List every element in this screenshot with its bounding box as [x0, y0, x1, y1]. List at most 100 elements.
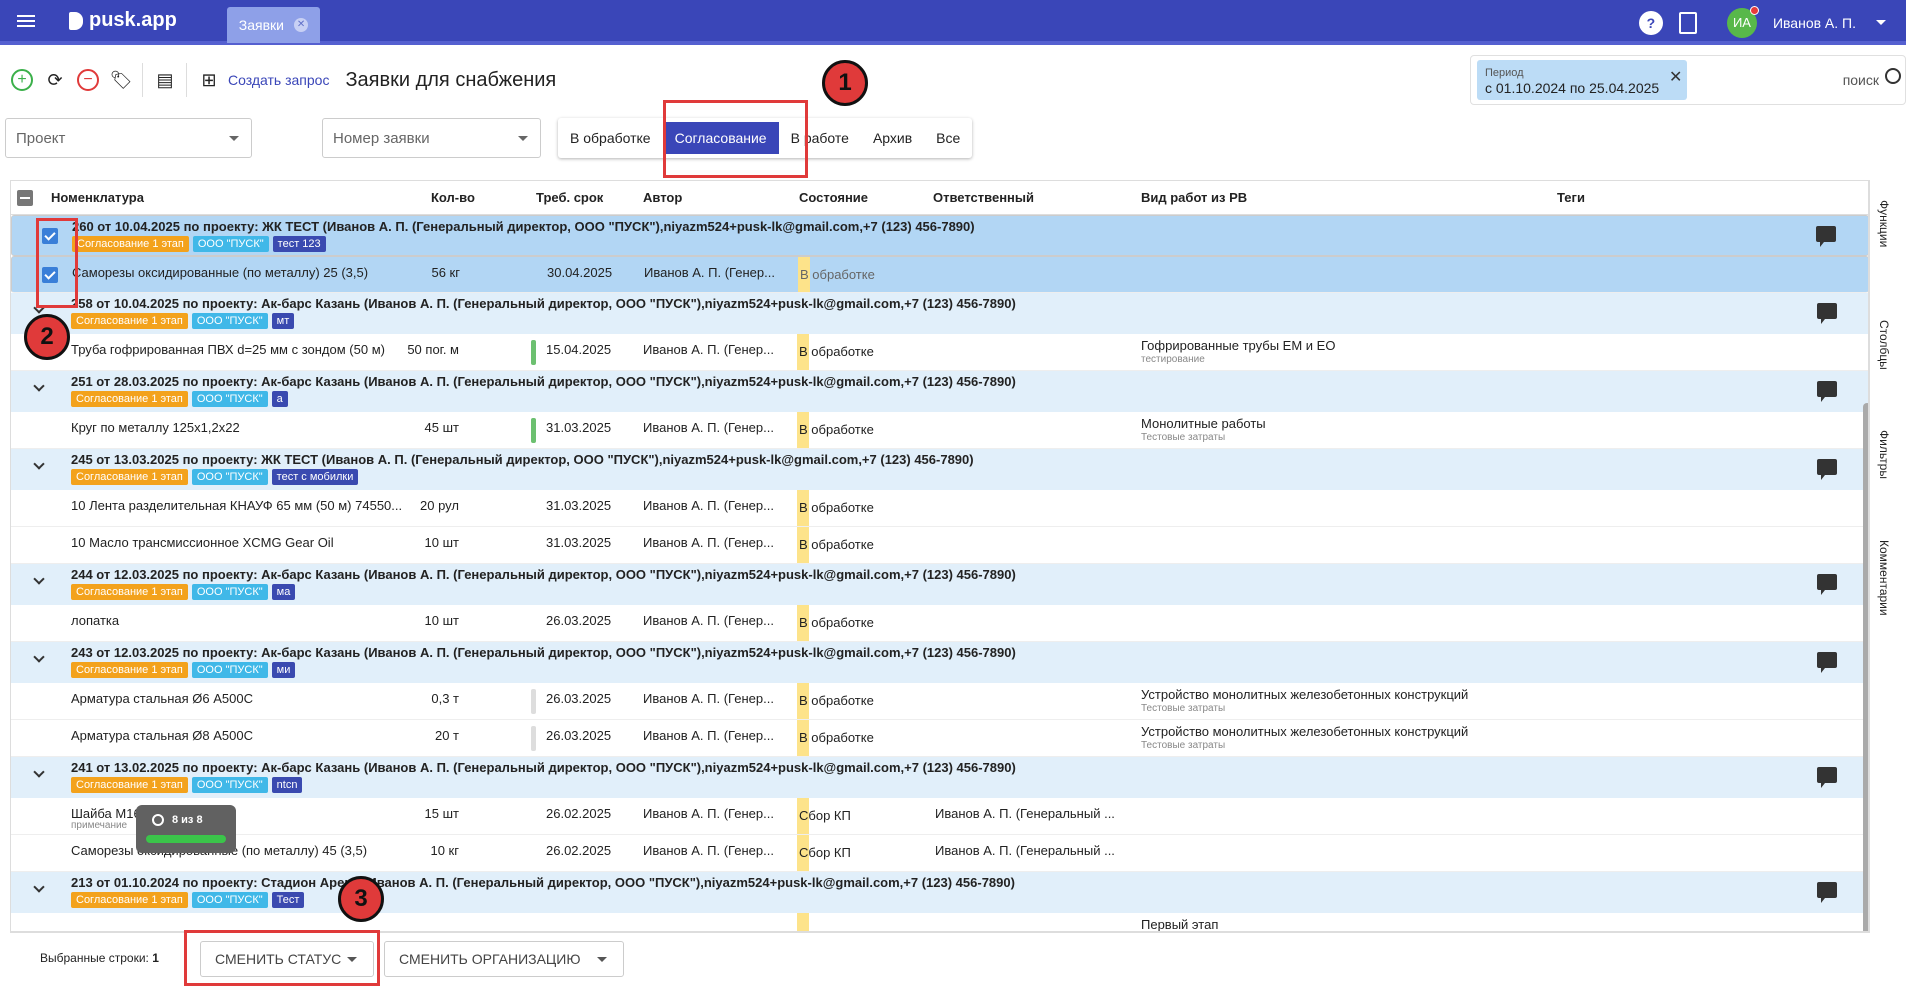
group-row[interactable]: 244 от 12.03.2025 по проекту: Ак-барс Ка… [11, 564, 1869, 605]
table-row[interactable]: Труба гофрированная ПВХ d=25 мм с зондом… [11, 334, 1869, 371]
tag-chip: Согласование 1 этап [71, 469, 188, 485]
group-row[interactable]: 245 от 13.03.2025 по проекту: ЖК ТЕСТ (И… [11, 449, 1869, 490]
chevron-down-icon[interactable] [33, 766, 45, 778]
remove-icon[interactable]: − [77, 69, 99, 91]
close-icon[interactable]: ✕ [1669, 70, 1682, 86]
select-all-checkbox[interactable] [17, 190, 33, 206]
document-icon[interactable] [1678, 11, 1697, 34]
item-qty: 20 т [434, 728, 459, 743]
refresh-icon[interactable]: ⟳ [44, 69, 66, 91]
notification-dot [1749, 5, 1759, 15]
item-state: В обработке [799, 537, 874, 552]
table-row[interactable]: 10 Лента разделительная КНАУФ 65 мм (50 … [11, 490, 1869, 527]
change-org-label: СМЕНИТЬ ОРГАНИЗАЦИЮ [399, 951, 581, 967]
tag-chip: Согласование 1 этап [71, 777, 188, 793]
table-row[interactable]: Саморезы оксидированные (по металлу) 45 … [11, 835, 1869, 872]
tab-requests[interactable]: Заявки ✕ [226, 7, 321, 43]
col-tags[interactable]: Теги [1557, 190, 1585, 205]
chevron-down-icon[interactable] [33, 458, 45, 470]
project-select[interactable]: Проект [5, 118, 252, 158]
gear-icon [152, 814, 164, 826]
create-request-button[interactable]: Создать запрос [228, 72, 329, 88]
side-tab-functions[interactable]: Функции [1877, 200, 1891, 247]
period-filter[interactable]: Период с 01.10.2024 по 25.04.2025 ✕ поис… [1470, 55, 1906, 105]
request-number-select[interactable]: Номер заявки [322, 118, 541, 158]
close-tab-icon[interactable]: ✕ [294, 18, 309, 32]
group-title: 260 от 10.04.2025 по проекту: ЖК ТЕСТ (И… [72, 219, 975, 234]
col-deadline[interactable]: Треб. срок [536, 190, 603, 205]
hamburger-menu-icon[interactable] [17, 10, 43, 32]
table-row[interactable]: Круг по металлу 125х1,2х22 45 шт 31.03.202… [11, 412, 1869, 449]
group-row[interactable]: 241 от 13.02.2025 по проекту: Ак-барс Ка… [11, 757, 1869, 798]
comment-icon[interactable] [1817, 381, 1837, 402]
segment-processing[interactable]: В обработке [558, 118, 663, 158]
table-row[interactable]: лопатка 10 шт 26.03.2025 Иванов А. П. (Гене… [11, 605, 1869, 642]
comment-icon[interactable] [1817, 574, 1837, 595]
comment-icon[interactable] [1817, 652, 1837, 673]
item-qty: 10 кг [430, 843, 459, 858]
col-responsible[interactable]: Ответственный [933, 190, 1034, 205]
chevron-down-icon[interactable] [33, 881, 45, 893]
col-qty[interactable]: Кол-во [431, 190, 475, 205]
table-row[interactable]: Арматура стальная Ø6 А500С 0,3 т 26.03.202… [11, 683, 1869, 720]
comment-icon[interactable] [1817, 459, 1837, 480]
item-name: Саморезы оксидированные (по металлу) 25 … [72, 265, 369, 280]
add-icon[interactable]: + [11, 69, 33, 91]
tag-chip: ООО "ПУСК" [191, 313, 268, 329]
side-tab-comments[interactable]: Комментарии [1877, 540, 1891, 616]
table-row[interactable]: 10 Масло трансмиссионное XCMG Gear Oil 10… [11, 527, 1869, 564]
group-row[interactable]: 258 от 10.04.2025 по проекту: Ак-барс Ка… [11, 293, 1869, 334]
item-author: Иванов А. П. (Генер... [643, 342, 774, 357]
search-input[interactable]: поиск [1843, 72, 1879, 88]
item-author: Иванов А. П. (Генер... [643, 691, 774, 706]
period-chip[interactable]: Период с 01.10.2024 по 25.04.2025 ✕ [1477, 60, 1687, 100]
item-author: Иванов А. П. (Генер... [643, 728, 774, 743]
chevron-down-icon[interactable] [33, 651, 45, 663]
group-chips: Согласование 1 этап ООО "ПУСК" Тест [71, 892, 305, 908]
dashboard-add-icon[interactable]: ⊞ [198, 69, 220, 91]
app-logo[interactable]: pusk.app [69, 9, 177, 32]
comment-icon[interactable] [1817, 767, 1837, 788]
group-row[interactable]: 213 от 01.10.2024 по проекту: Стадион Ар… [11, 872, 1869, 913]
side-tab-filters[interactable]: Фильтры [1877, 430, 1891, 479]
avatar[interactable]: ИА [1726, 5, 1759, 38]
col-nomenclature[interactable]: Номенклатура [51, 190, 144, 205]
comment-icon[interactable] [1817, 303, 1837, 324]
group-row[interactable]: 260 от 10.04.2025 по проекту: ЖК ТЕСТ (И… [11, 215, 1869, 256]
table-row[interactable]: Арматура стальная Ø8 А500С 20 т 26.03.2025… [11, 720, 1869, 757]
item-note: примечание [71, 820, 128, 831]
group-row[interactable]: 251 от 28.03.2025 по проекту: Ак-барс Ка… [11, 371, 1869, 412]
item-state: В обработке [799, 500, 874, 515]
comment-icon[interactable] [1817, 882, 1837, 903]
table-row[interactable]: Саморезы оксидированные (по металлу) 25 … [11, 256, 1869, 293]
item-state: В обработке [799, 344, 874, 359]
tag-chip: мт [271, 313, 295, 329]
tag-icon[interactable]: 🏷 [110, 69, 133, 91]
tag-chip: ООО "ПУСК" [191, 662, 268, 678]
user-name[interactable]: Иванов А. П. [1773, 15, 1856, 31]
col-author[interactable]: Автор [643, 190, 682, 205]
number-placeholder: Номер заявки [333, 130, 430, 147]
help-icon[interactable]: ? [1638, 10, 1663, 35]
item-state: В обработке [800, 267, 875, 282]
group-row[interactable]: 243 от 12.03.2025 по проекту: Ак-барс Ка… [11, 642, 1869, 683]
chevron-down-icon[interactable] [1876, 20, 1886, 25]
comment-icon[interactable] [1816, 226, 1836, 247]
col-state[interactable]: Состояние [799, 190, 868, 205]
search-icon[interactable] [1885, 68, 1901, 84]
chevron-down-icon [518, 136, 528, 141]
avatar-initials: ИА [1732, 14, 1751, 30]
col-work-type[interactable]: Вид работ из РВ [1141, 190, 1247, 205]
chevron-down-icon[interactable] [33, 380, 45, 392]
segment-archive[interactable]: Архив [861, 118, 924, 158]
segment-all[interactable]: Все [924, 118, 972, 158]
item-author: Иванов А. П. (Генер... [643, 843, 774, 858]
notes-icon[interactable]: ▤ [154, 69, 176, 91]
period-value: с 01.10.2024 по 25.04.2025 [1485, 80, 1660, 96]
table-row[interactable]: Шайба М16 примечание 15 шт 26.02.2025 Иванов… [11, 798, 1869, 835]
change-organization-button[interactable]: СМЕНИТЬ ОРГАНИЗАЦИЮ [384, 941, 624, 977]
item-deadline: 15.04.2025 [546, 342, 612, 357]
chevron-down-icon[interactable] [33, 573, 45, 585]
item-work-type: Монолитные работы [1141, 416, 1266, 431]
side-tab-columns[interactable]: Столбцы [1877, 320, 1891, 370]
